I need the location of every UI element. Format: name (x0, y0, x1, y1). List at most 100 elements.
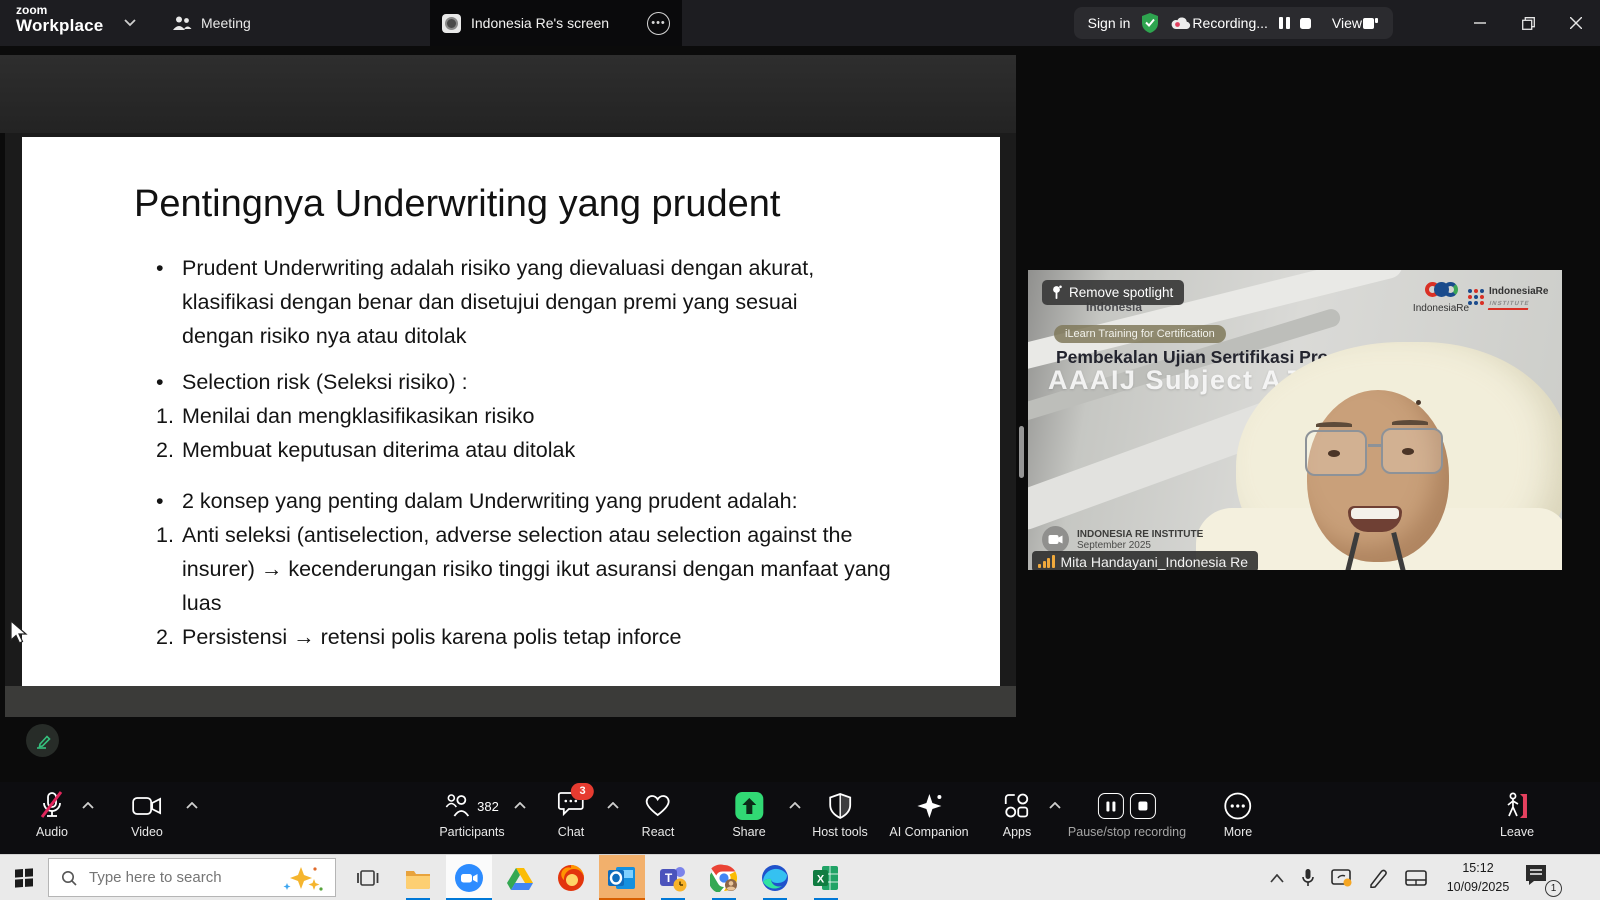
zoom-app-icon (455, 864, 483, 892)
audio-options-chevron[interactable] (82, 802, 94, 810)
pause-recording-button[interactable] (1097, 793, 1124, 819)
video-button[interactable]: Video (131, 791, 163, 839)
institute-logo-text: IndonesiaRe (1489, 286, 1549, 297)
taskbar-chrome[interactable] (701, 855, 747, 900)
tray-touchpad-icon[interactable] (1405, 855, 1427, 900)
chat-options-chevron[interactable] (607, 802, 619, 810)
clock-date: 10/09/2025 (1446, 880, 1510, 894)
speaker-video-tile[interactable]: Indonesia iLearn Training for Certificat… (1028, 270, 1562, 570)
react-button[interactable]: React (642, 791, 674, 839)
window-controls (1456, 0, 1600, 46)
speaker-mole (1416, 400, 1421, 405)
workspace-chevron-icon[interactable] (124, 19, 136, 27)
taskbar-clock[interactable]: 15:12 10/09/2025 (1442, 859, 1514, 897)
scrollbar-thumb[interactable] (1019, 426, 1024, 478)
share-options-chevron[interactable] (789, 802, 801, 810)
copilot-sparkle-icon (283, 866, 323, 891)
tray-microphone-icon[interactable] (1301, 855, 1315, 900)
camera-org-icon (1042, 526, 1069, 553)
annotate-button[interactable] (26, 724, 59, 757)
notification-count-badge: 1 (1545, 880, 1562, 897)
participant-name-tag: Mita Handayani_Indonesia Re (1032, 551, 1259, 570)
slide-item: 2. Membuat keputusan diterima atau ditol… (156, 438, 576, 462)
edge-icon (762, 865, 788, 891)
apps-options-chevron[interactable] (1049, 802, 1061, 810)
shield-icon (829, 793, 851, 819)
more-button[interactable]: More (1224, 791, 1252, 839)
taskbar-teams[interactable]: T (650, 855, 696, 900)
leave-button[interactable]: Leave (1500, 791, 1534, 839)
start-button[interactable] (0, 855, 48, 900)
taskbar-firefox[interactable] (548, 855, 594, 900)
tab-options-icon[interactable]: ••• (647, 11, 670, 35)
stop-recording-icon[interactable] (1299, 17, 1312, 30)
taskbar-outlook[interactable] (599, 855, 645, 900)
sign-in-button[interactable]: Sign in (1088, 15, 1131, 31)
cloud-recording-icon (1171, 17, 1191, 30)
tray-hidden-icons-chevron[interactable] (1270, 855, 1284, 900)
speaker-eyebrow (1316, 422, 1352, 427)
shared-app-bottom-bar (5, 686, 1016, 717)
video-options-chevron[interactable] (186, 802, 198, 810)
tab-meeting-label: Meeting (201, 15, 251, 31)
participants-icon (445, 794, 469, 817)
svg-text:T: T (665, 871, 673, 885)
chat-button[interactable]: 3 Chat (558, 782, 594, 839)
institute-logo-sub: INSTITUTE (1487, 301, 1531, 310)
view-button[interactable]: View (1332, 15, 1362, 31)
tray-pen-icon[interactable] (1368, 855, 1388, 900)
speaker-face (1307, 390, 1449, 562)
host-tools-button[interactable]: Host tools (812, 791, 868, 839)
speaker-eye (1328, 450, 1340, 457)
notification-center-button[interactable]: 1 (1524, 863, 1562, 897)
muted-mic-icon (40, 791, 63, 818)
pause-recording-icon[interactable] (1278, 16, 1291, 30)
meeting-people-icon (173, 16, 192, 30)
taskbar-google-drive[interactable] (497, 855, 543, 900)
minimize-button[interactable] (1456, 0, 1504, 46)
pin-icon (1053, 285, 1062, 299)
apps-grid-icon (1005, 793, 1029, 818)
taskbar-file-explorer[interactable] (395, 855, 441, 900)
view-layout-icon[interactable] (1362, 16, 1379, 31)
security-shield-icon[interactable] (1140, 12, 1160, 34)
training-badge: iLearn Training for Certification (1054, 325, 1226, 343)
taskbar-excel[interactable]: X (803, 855, 849, 900)
taskbar-zoom[interactable] (446, 855, 492, 900)
slide-item: • Selection risk (Seleksi risiko) : (156, 370, 468, 394)
tab-meeting[interactable]: Meeting (172, 0, 251, 46)
indonesia-re-logo: IndonesiaRe (1406, 282, 1476, 314)
participants-options-chevron[interactable] (514, 802, 526, 810)
remove-spotlight-button[interactable]: Remove spotlight (1042, 280, 1185, 305)
shared-app-top-strip (0, 55, 1016, 133)
ai-companion-button[interactable]: AI Companion (889, 791, 969, 839)
firefox-icon (558, 865, 584, 891)
audio-button[interactable]: Audio (36, 791, 68, 839)
participants-count: 382 (477, 798, 499, 814)
more-ellipsis-icon (1224, 792, 1252, 820)
slide-item: 1. Anti seleksi (antiselection, adverse … (156, 523, 891, 615)
tray-screen-share-icon[interactable] (1331, 855, 1353, 900)
screen-share-icon (442, 13, 461, 33)
participant-name: Mita Handayani_Indonesia Re (1060, 553, 1249, 570)
leave-door-icon (1507, 792, 1527, 818)
close-button[interactable] (1552, 0, 1600, 46)
slide-item: • 2 konsep yang penting dalam Underwriti… (156, 489, 798, 513)
brand-workplace: Workplace (16, 16, 104, 36)
participants-button[interactable]: 382 Participants (439, 791, 505, 839)
maximize-button[interactable] (1504, 0, 1552, 46)
task-view-button[interactable] (357, 855, 379, 900)
windows-logo-icon (15, 868, 33, 888)
tab-shared-screen[interactable]: Indonesia Re's screen ••• (430, 0, 682, 46)
title-bar: zoom Workplace Meeting Indonesia Re's sc… (0, 0, 1600, 46)
apps-button[interactable]: Apps (1003, 791, 1031, 839)
stop-recording-button[interactable] (1129, 793, 1156, 819)
video-camera-icon (132, 797, 161, 815)
connection-signal-icon (1038, 555, 1055, 568)
outlook-icon (608, 867, 635, 889)
search-input[interactable] (87, 868, 241, 887)
share-button[interactable]: Share (732, 791, 766, 839)
taskbar-edge[interactable] (752, 855, 798, 900)
zoom-meeting-window: zoom Workplace Meeting Indonesia Re's sc… (0, 0, 1600, 900)
taskbar-search[interactable] (48, 858, 336, 897)
